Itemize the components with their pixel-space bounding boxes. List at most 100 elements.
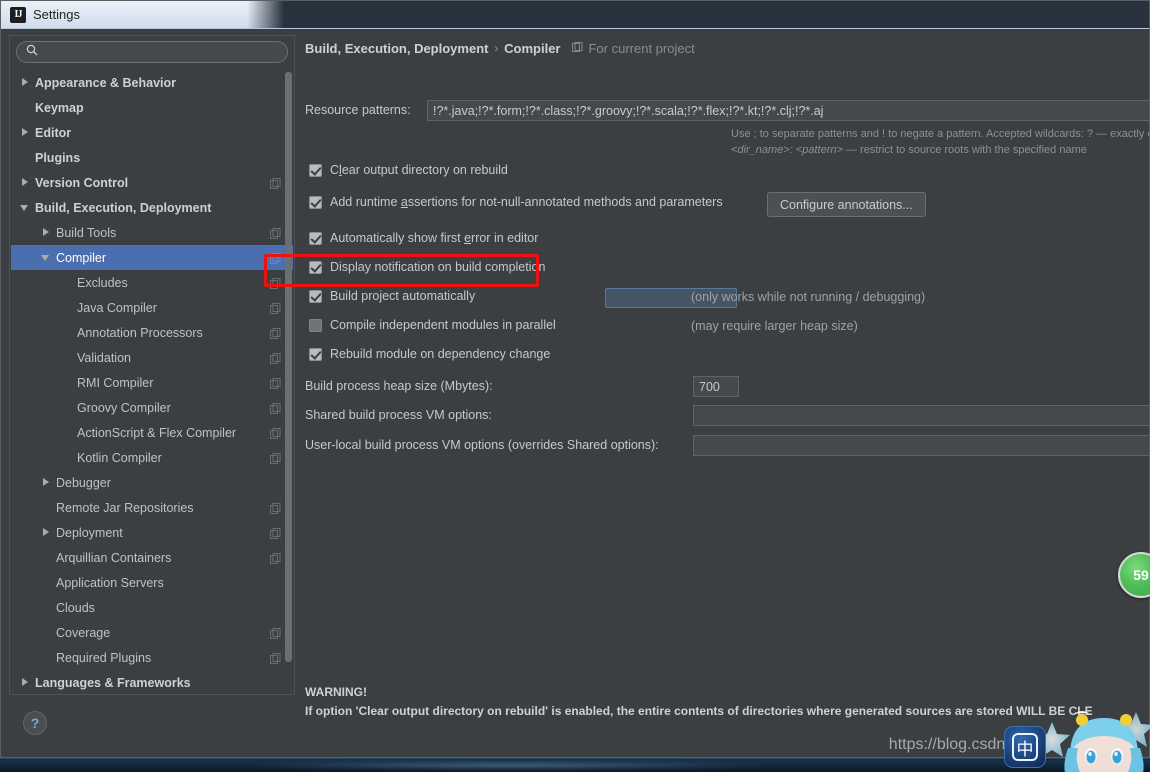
copy-settings-icon[interactable] [270,176,281,194]
sidebar-item-arquillian-containers[interactable]: Arquillian Containers [11,545,293,570]
sidebar-item-build-execution-deployment[interactable]: Build, Execution, Deployment [11,195,293,220]
sidebar-item-languages-frameworks[interactable]: Languages & Frameworks [11,670,293,693]
sidebar-scrollbar-thumb[interactable] [285,72,292,662]
sidebar-item-kotlin-compiler[interactable]: Kotlin Compiler [11,445,293,470]
sidebar-scrollbar[interactable] [285,72,292,684]
settings-tree: Appearance & Behavior Keymap Editor Plugins… [11,70,293,693]
sidebar-item-clouds[interactable]: Clouds [11,595,293,620]
copy-settings-icon[interactable] [270,326,281,344]
sidebar-item-appearance-behavior[interactable]: Appearance & Behavior [11,70,293,95]
sidebar-item-label: Validation [77,350,131,365]
sidebar-item-debugger[interactable]: Debugger [11,470,293,495]
sidebar-item-label: Application Servers [56,575,164,590]
copy-settings-icon[interactable] [270,426,281,444]
checkbox-add-runtime-assertions-for[interactable]: Add runtime assertions for not-null-anno… [309,195,723,209]
checkbox-automatically-show-first-error[interactable]: Automatically show first error in editor [309,231,538,245]
chevron-right-icon[interactable] [40,526,53,539]
sidebar-item-label: Required Plugins [56,650,152,665]
field-input-build-process-heap-size[interactable] [693,376,739,397]
copy-settings-icon[interactable] [270,501,281,519]
copy-settings-icon[interactable] [270,251,281,269]
sidebar-item-keymap[interactable]: Keymap [11,95,293,120]
sidebar-item-plugins[interactable]: Plugins [11,145,293,170]
copy-settings-icon[interactable] [270,526,281,544]
sidebar-item-application-servers[interactable]: Application Servers [11,570,293,595]
copy-settings-icon[interactable] [270,276,281,294]
copy-settings-icon[interactable] [270,301,281,319]
field-label-build-process-heap-size: Build process heap size (Mbytes): [305,379,493,393]
sidebar-item-label: Build, Execution, Deployment [35,200,212,215]
chevron-right-icon[interactable] [40,476,53,489]
checkbox-checked-icon[interactable] [309,260,322,274]
ime-indicator-icon[interactable]: 中 [1004,726,1046,768]
sidebar-item-validation[interactable]: Validation [11,345,293,370]
checkbox-checked-icon[interactable] [309,289,322,303]
sidebar-item-label: Editor [35,125,72,140]
sidebar-item-required-plugins[interactable]: Required Plugins [11,645,293,670]
copy-settings-icon[interactable] [270,351,281,369]
chevron-right-icon[interactable] [19,76,32,89]
checkbox-label: Automatically show first error in editor [330,231,539,245]
sidebar-item-label: Groovy Compiler [77,400,171,415]
help-button[interactable]: ? [23,711,47,735]
chevron-right-icon[interactable] [19,176,32,189]
breadcrumb-root[interactable]: Build, Execution, Deployment [305,41,488,56]
search-input[interactable] [44,45,278,59]
copy-settings-icon[interactable] [270,626,281,644]
sidebar-item-actionscript-flex-compiler[interactable]: ActionScript & Flex Compiler [11,420,293,445]
checkbox-compile-independent-modules-in[interactable]: Compile independent modules in parallel [309,318,556,332]
chevron-right-icon[interactable] [19,126,32,139]
chevron-right-icon[interactable] [19,676,32,689]
sidebar-item-groovy-compiler[interactable]: Groovy Compiler [11,395,293,420]
copy-settings-icon[interactable] [270,226,281,244]
sidebar-item-label: Clouds [56,600,95,615]
avatar-sticker [1038,708,1150,772]
chevron-right-icon[interactable] [40,226,53,239]
copy-settings-icon[interactable] [270,401,281,419]
sidebar-item-annotation-processors[interactable]: Annotation Processors [11,320,293,345]
project-scope[interactable]: For current project [572,41,695,56]
checkbox-clear-output-directory-on[interactable]: Clear output directory on rebuild [309,163,508,177]
checkbox-unchecked-icon[interactable] [309,318,322,332]
dialog-body: Appearance & Behavior Keymap Editor Plugins… [1,29,1149,757]
sidebar-item-excludes[interactable]: Excludes [11,270,293,295]
checkbox-build-project-automatically[interactable]: Build project automatically [309,289,475,303]
sidebar-item-coverage[interactable]: Coverage [11,620,293,645]
copy-settings-icon[interactable] [270,651,281,669]
sidebar-item-remote-jar-repositories[interactable]: Remote Jar Repositories [11,495,293,520]
sidebar-item-deployment[interactable]: Deployment [11,520,293,545]
field-input-shared-build-process-vm[interactable] [693,405,1149,426]
sidebar-item-label: Excludes [77,275,128,290]
copy-settings-icon[interactable] [270,451,281,469]
sidebar-item-compiler[interactable]: Compiler [11,245,293,270]
sidebar-item-editor[interactable]: Editor [11,120,293,145]
copy-settings-icon[interactable] [270,376,281,394]
sidebar-item-version-control[interactable]: Version Control [11,170,293,195]
checkbox-checked-icon[interactable] [309,195,322,209]
checkbox-display-notification-on-build[interactable]: Display notification on build completion [309,260,545,274]
field-input-user-local-build-process[interactable] [693,435,1149,456]
checkbox-checked-icon[interactable] [309,231,322,245]
sidebar-item-build-tools[interactable]: Build Tools [11,220,293,245]
checkbox-rebuild-module-on-dependency[interactable]: Rebuild module on dependency change [309,347,550,361]
copy-settings-icon[interactable] [270,551,281,569]
resource-patterns-hint-line1: Use ; to separate patterns and ! to nega… [731,128,1149,140]
intellij-logo-icon: IJ [10,6,26,23]
sidebar-item-label: Debugger [56,475,111,490]
chevron-down-icon[interactable] [19,201,32,214]
checkbox-checked-icon[interactable] [309,163,322,177]
chevron-down-icon[interactable] [40,251,53,264]
sidebar-item-rmi-compiler[interactable]: RMI Compiler [11,370,293,395]
search-box[interactable] [16,41,288,63]
resource-patterns-input[interactable] [427,100,1149,121]
checkbox-checked-icon[interactable] [309,347,322,361]
sidebar-item-java-compiler[interactable]: Java Compiler [11,295,293,320]
configure-annotations-button[interactable]: Configure annotations... [767,192,926,217]
